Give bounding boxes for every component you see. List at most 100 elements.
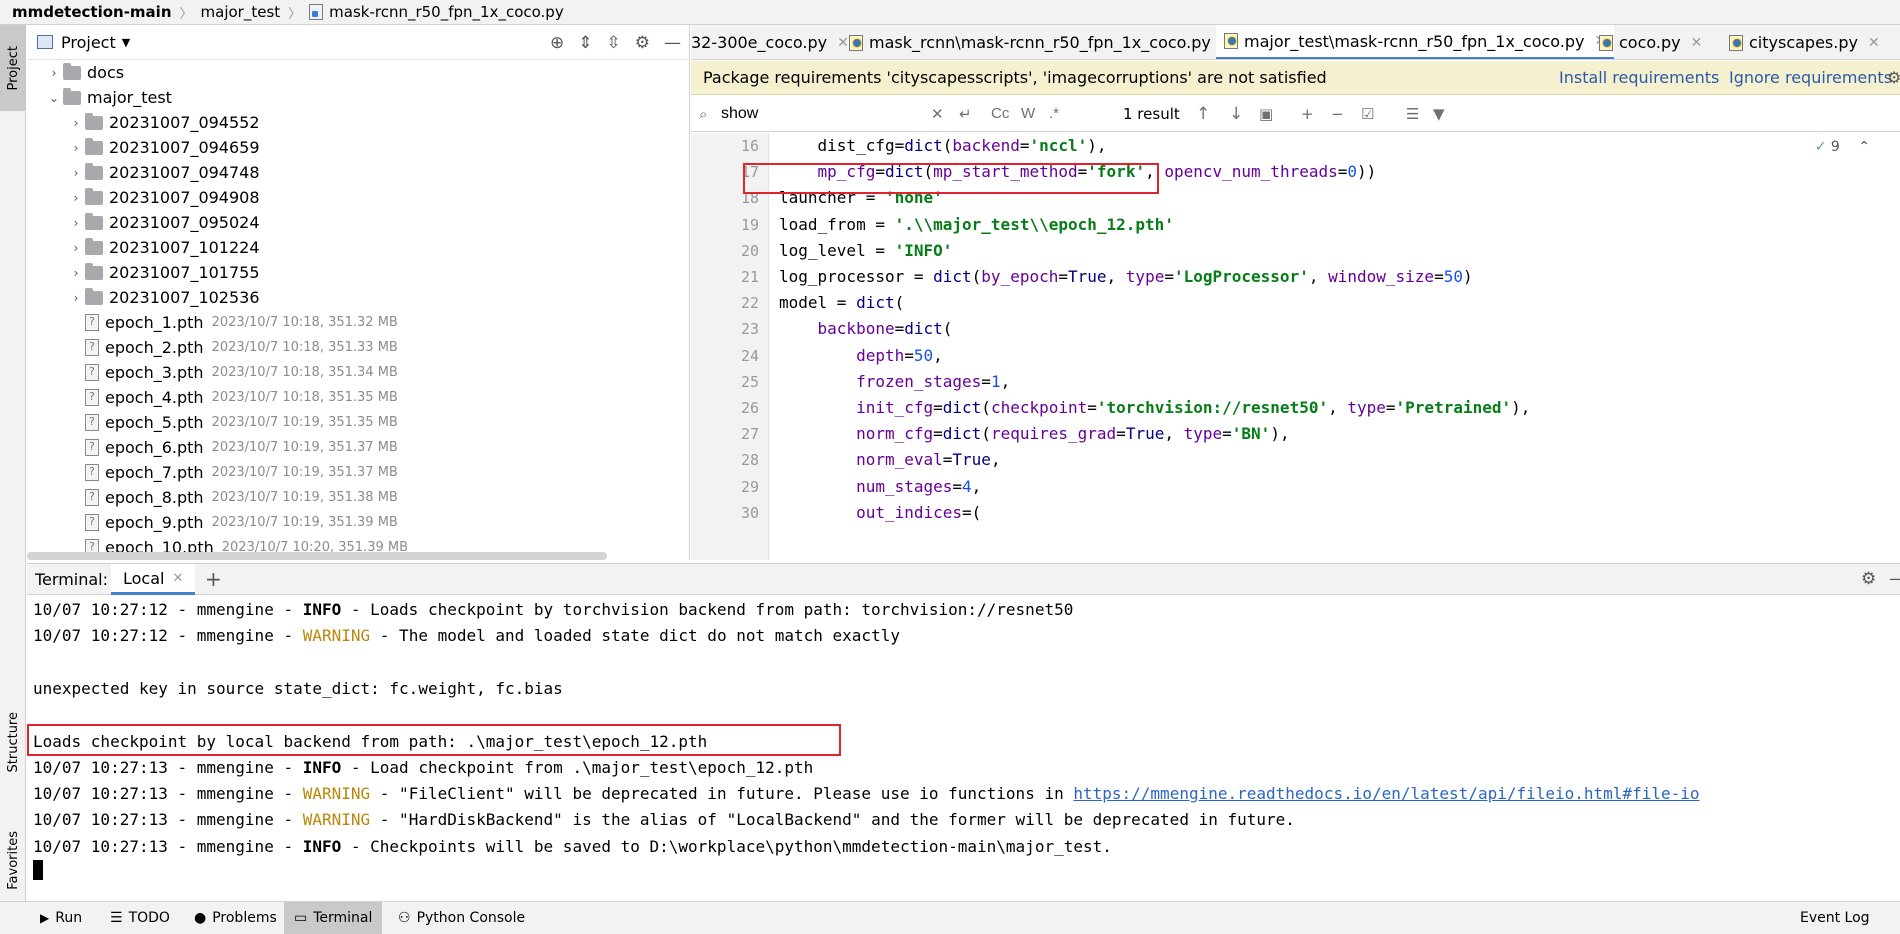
code-line[interactable]: out_indices=( — [779, 500, 981, 526]
regex-toggle[interactable]: .* — [1049, 105, 1059, 122]
editor-tab[interactable]: mask_rcnn\mask-rcnn_r50_fpn_1x_coco.py✕ — [841, 25, 1241, 59]
close-icon[interactable]: ✕ — [1691, 35, 1703, 51]
code-line[interactable]: model = dict( — [779, 290, 904, 316]
code-line[interactable]: log_processor = dict(by_epoch=True, type… — [779, 264, 1473, 290]
line-number: 26 — [740, 399, 759, 417]
code-line[interactable]: backbone=dict( — [779, 316, 953, 342]
terminal-tab-local[interactable]: Local ✕ — [111, 564, 196, 595]
event-log-tool-button[interactable]: Event Log — [1790, 902, 1880, 934]
inspection-widget[interactable]: ✓ 9 ⌃ — [1815, 139, 1870, 155]
ignore-requirements-link[interactable]: Ignore requirements — [1729, 68, 1892, 87]
gear-icon[interactable]: ⚙ — [635, 33, 650, 53]
code-line[interactable]: norm_cfg=dict(requires_grad=True, type='… — [779, 421, 1290, 447]
editor-tab[interactable]: cityscapes.py ✕ — [1721, 25, 1888, 59]
tree-folder-row[interactable]: ⌄ major_test — [45, 85, 172, 110]
chevron-right-icon[interactable]: › — [67, 141, 85, 155]
remove-occurrence-icon[interactable]: − — [1331, 105, 1344, 123]
folder-icon — [63, 62, 81, 80]
chevron-right-icon[interactable]: › — [67, 241, 85, 255]
python-file-icon — [1224, 33, 1238, 49]
code-line[interactable]: load_from = '.\\major_test\\epoch_12.pth… — [779, 212, 1174, 238]
tree-folder-row[interactable]: › docs — [45, 60, 124, 85]
chevron-right-icon[interactable]: › — [67, 116, 85, 130]
editor-tab[interactable]: coco.py ✕ — [1591, 25, 1710, 59]
tree-file-row[interactable]: epoch_8.pth 2023/10/7 10:19, 351.38 MB — [67, 485, 398, 510]
code-line[interactable]: frozen_stages=1, — [779, 369, 1010, 395]
gear-icon[interactable]: ⚙ — [1861, 569, 1876, 589]
tree-folder-row[interactable]: › 20231007_094552 — [67, 110, 260, 135]
editor-tab[interactable]: 32-300e_coco.py ✕ — [691, 25, 857, 59]
code-line[interactable]: dist_cfg=dict(backend='nccl'), — [779, 133, 1107, 159]
gear-icon[interactable]: ⚙ — [1887, 68, 1900, 87]
terminal-output[interactable]: 10/07 10:27:12 - mmengine - INFO - Loads… — [27, 596, 1900, 900]
tree-folder-row[interactable]: › 20231007_094748 — [67, 160, 260, 185]
chevron-right-icon[interactable]: › — [67, 191, 85, 205]
tree-file-row[interactable]: epoch_9.pth 2023/10/7 10:19, 351.39 MB — [67, 510, 398, 535]
new-line-icon[interactable]: ↵ — [959, 105, 972, 123]
todo-tool-button[interactable]: ☰ TODO — [100, 902, 180, 934]
tree-folder-row[interactable]: › 20231007_101224 — [67, 235, 260, 260]
code-line[interactable]: init_cfg=dict(checkpoint='torchvision://… — [779, 395, 1530, 421]
search-input[interactable] — [721, 103, 911, 125]
tree-file-row[interactable]: epoch_5.pth 2023/10/7 10:19, 351.35 MB — [67, 410, 398, 435]
chevron-right-icon[interactable]: › — [67, 266, 85, 280]
install-requirements-link[interactable]: Install requirements — [1559, 68, 1719, 87]
filter-icon[interactable]: ▼ — [1433, 105, 1445, 123]
close-icon[interactable]: ✕ — [172, 571, 183, 586]
docs-link[interactable]: https://mmengine.readthedocs.io/en/lates… — [1073, 784, 1699, 803]
expand-all-icon[interactable]: ⇕ — [578, 33, 592, 53]
tree-horizontal-scrollbar[interactable] — [27, 552, 607, 560]
locate-icon[interactable]: ⊕ — [550, 33, 564, 53]
tree-folder-row[interactable]: › 20231007_094659 — [67, 135, 260, 160]
code-line[interactable]: log_level = 'INFO' — [779, 238, 952, 264]
terminal-tool-button[interactable]: ▭ Terminal — [284, 902, 383, 934]
chevron-down-icon[interactable]: ▼ — [122, 36, 130, 49]
stripe-tab-project[interactable]: Project — [0, 25, 26, 111]
tree-folder-row[interactable]: › 20231007_094908 — [67, 185, 260, 210]
tree-folder-row[interactable]: › 20231007_101755 — [67, 260, 260, 285]
stripe-tab-structure[interactable]: Structure — [0, 695, 26, 790]
tree-folder-row[interactable]: › 20231007_095024 — [67, 210, 260, 235]
code-line[interactable]: depth=50, — [779, 343, 943, 369]
collapse-all-icon[interactable]: ⇳ — [607, 33, 621, 53]
breadcrumb: mmdetection-main 〉 major_test 〉 mask-rcn… — [0, 0, 1900, 25]
tree-file-row[interactable]: epoch_6.pth 2023/10/7 10:19, 351.37 MB — [67, 435, 398, 460]
clear-search-icon[interactable]: ✕ — [931, 105, 944, 123]
add-terminal-icon[interactable]: + — [205, 567, 222, 591]
hide-icon[interactable]: — — [664, 33, 681, 53]
editor-tab[interactable]: major_test\mask-rcnn_r50_fpn_1x_coco.py✕ — [1216, 25, 1615, 59]
arrow-down-icon[interactable]: ↓ — [1229, 104, 1243, 124]
problems-tool-button[interactable]: ● Problems — [184, 902, 287, 934]
select-all-occurrences-icon[interactable]: ▣ — [1259, 105, 1273, 123]
code-editor[interactable]: 16 17 18 19 20 21 22 23 24 25 26 27 28 29 30 dist_cfg=… — [691, 133, 1900, 560]
filter-settings-icon[interactable]: ☰ — [1406, 105, 1419, 123]
code-line[interactable]: num_stages=4, — [779, 474, 981, 500]
close-icon[interactable]: ✕ — [1868, 35, 1880, 51]
chevron-right-icon[interactable]: › — [67, 216, 85, 230]
breadcrumb-file[interactable]: mask-rcnn_r50_fpn_1x_coco.py — [329, 3, 564, 21]
chevron-down-icon[interactable]: ⌄ — [45, 91, 63, 105]
python-console-tool-button[interactable]: ⚇ Python Console — [388, 902, 535, 934]
tree-file-row[interactable]: epoch_3.pth 2023/10/7 10:18, 351.34 MB — [67, 360, 398, 385]
run-tool-button[interactable]: ▶ Run — [30, 902, 92, 934]
add-occurrence-icon[interactable]: + — [1301, 105, 1314, 123]
breadcrumb-folder[interactable]: major_test — [201, 3, 281, 21]
tree-file-row[interactable]: epoch_4.pth 2023/10/7 10:18, 351.35 MB — [67, 385, 398, 410]
project-panel-title[interactable]: Project — [61, 33, 116, 52]
tree-file-row[interactable]: epoch_1.pth 2023/10/7 10:18, 351.32 MB — [67, 310, 398, 335]
whole-words-toggle[interactable]: W — [1021, 105, 1035, 122]
hide-icon[interactable]: — — [1889, 569, 1900, 589]
chevron-up-icon[interactable]: ⌃ — [1858, 139, 1870, 155]
tree-file-row[interactable]: epoch_7.pth 2023/10/7 10:19, 351.37 MB — [67, 460, 398, 485]
breadcrumb-project[interactable]: mmdetection-main — [12, 3, 172, 21]
chevron-right-icon[interactable]: › — [45, 66, 63, 80]
arrow-up-icon[interactable]: ↑ — [1196, 104, 1210, 124]
tree-folder-row[interactable]: › 20231007_102536 — [67, 285, 260, 310]
code-line[interactable]: norm_eval=True, — [779, 447, 1001, 473]
chevron-right-icon[interactable]: › — [67, 166, 85, 180]
select-occurrences-icon[interactable]: ☑ — [1361, 105, 1374, 123]
match-case-toggle[interactable]: Cc — [991, 105, 1009, 122]
tree-file-row[interactable]: epoch_2.pth 2023/10/7 10:18, 351.33 MB — [67, 335, 398, 360]
chevron-right-icon[interactable]: › — [67, 291, 85, 305]
stripe-tab-favorites[interactable]: Favorites — [0, 805, 26, 915]
